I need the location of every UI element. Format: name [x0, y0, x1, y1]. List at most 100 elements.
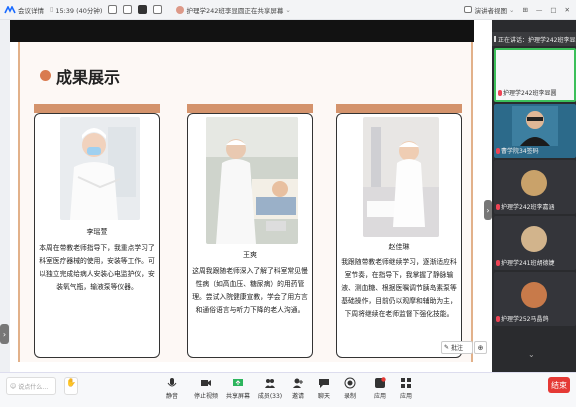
- meeting-timer: ▯ 15:39 (40分钟): [50, 5, 102, 15]
- participant-avatar: [521, 282, 547, 308]
- participant-label: 护理学242班李嘉涵: [494, 202, 576, 211]
- chat-input[interactable]: ☺ 说点什么…: [6, 377, 56, 395]
- mute-button[interactable]: 静音: [158, 377, 186, 400]
- panel-collapse-handle[interactable]: ›: [484, 200, 492, 220]
- chat-label: 聊天: [317, 393, 330, 400]
- prev-page-arrow[interactable]: ›: [0, 324, 9, 344]
- mic-icon: [496, 315, 500, 322]
- window-controls: ⊞ — □ ✕: [522, 6, 570, 14]
- participant-tile-4[interactable]: 护理学241班胡德婕: [494, 216, 576, 270]
- members-icon: [265, 379, 275, 388]
- mute-label: 静音: [165, 393, 178, 400]
- meeting-toolbar: ☺ 说点什么… ✋ 静音 停止视频 共享屏幕 成员(33) 邀请 聊天 录制 应…: [0, 372, 576, 407]
- card-text-2: 这周我跟随老师深入了解了科室常见慢性病（如高血压、糖尿病）的用药管理。尝试入院健…: [192, 267, 308, 314]
- scroll-down-icon[interactable]: ⌄: [528, 350, 535, 359]
- meeting-logo-icon: [4, 5, 16, 13]
- result-card-3: 赵佳琳 我跟随带教老师继续学习，逐渐适应科室节奏，在指导下，我掌握了静脉输液、测…: [336, 104, 462, 358]
- user-avatar-icon: [176, 5, 185, 14]
- hand-icon: ✋: [66, 378, 76, 387]
- record-button[interactable]: 录制: [336, 377, 364, 400]
- invite-icon: [293, 378, 303, 388]
- mic-icon: [498, 89, 502, 96]
- participant-avatar: [521, 226, 547, 252]
- record-icon: [344, 377, 356, 389]
- stop-video-button[interactable]: 停止视频: [192, 377, 220, 400]
- mic-icon: [496, 147, 500, 154]
- apps-icon: [375, 377, 386, 388]
- meeting-details-label: 会议详情: [18, 6, 44, 15]
- share-screen-icon: [233, 379, 243, 386]
- record-label: 录制: [343, 393, 356, 400]
- annotate-button[interactable]: ✎ 批注: [441, 341, 473, 354]
- card-box: 王爽 这周我跟随老师深入了解了科室常见慢性病（如高血压、糖尿病）的用药管理。尝试…: [187, 113, 313, 358]
- nurse-photo-1: [60, 117, 140, 220]
- participant-tile-5[interactable]: 护理学252马晶鸽: [494, 272, 576, 326]
- title-bullet-icon: [40, 70, 51, 81]
- top-bar: 会议详情 ▯ 15:39 (40分钟) 护理学242班李显圆正在共享屏幕 ⌄ 演…: [0, 0, 576, 20]
- window-controls-left: [108, 5, 163, 14]
- grid-apps-icon: [401, 378, 411, 388]
- share-screen-label: 共享屏幕: [225, 393, 250, 400]
- apps-button-2[interactable]: 应用: [392, 377, 420, 400]
- pin-icon[interactable]: ⊞: [522, 6, 527, 14]
- speaking-banner: 正在讲话：护理学242班李显圆: [492, 32, 576, 46]
- end-meeting-button[interactable]: 结束: [548, 377, 570, 393]
- card-band: [187, 104, 313, 113]
- student-name-3: 赵佳琳: [388, 243, 410, 251]
- apps-label: 应用: [373, 393, 386, 400]
- mic-icon: [496, 259, 500, 266]
- chevron-down-icon: ⌄: [508, 5, 515, 14]
- shield-icon: ▯: [50, 6, 54, 13]
- participant-avatar: [521, 170, 547, 196]
- microphone-icon: [167, 378, 177, 387]
- apps-button-1[interactable]: 应用: [366, 377, 394, 400]
- slide-header-bar: [10, 20, 474, 42]
- participant-label: 护理学241班胡德婕: [494, 258, 576, 267]
- chevron-right-icon: ›: [486, 205, 490, 215]
- presentation-slide: 成果展示 李瑶萱 本周在带教老师指导下，我重点学习了科室医疗器械的使用，安装等工…: [18, 42, 473, 362]
- share-tab[interactable]: 护理学242班李显圆正在共享屏幕 ⌄: [176, 5, 291, 15]
- stop-video-label: 停止视频: [193, 393, 218, 400]
- card-text-1: 本周在带教老师指导下，我重点学习了科室医疗器械的使用，安装等工作。可以独立完成给…: [39, 244, 155, 291]
- screen-icon: [494, 36, 496, 42]
- card-box: 赵佳琳 我跟随带教老师继续学习，逐渐适应科室节奏，在指导下，我掌握了静脉输液、测…: [336, 113, 462, 358]
- members-label: 成员(33): [257, 393, 283, 400]
- mic-icon: [496, 203, 500, 210]
- end-label: 结束: [551, 380, 567, 390]
- close-icon[interactable]: ✕: [565, 6, 570, 14]
- participant-label: 护理学242班李显圆: [496, 88, 576, 97]
- window-icon[interactable]: [123, 5, 133, 14]
- result-card-1: 李瑶萱 本周在带教老师指导下，我重点学习了科室医疗器械的使用，安装等工作。可以独…: [34, 104, 160, 358]
- participant-tile-2[interactable]: 曹学院34签码: [494, 104, 576, 158]
- smile-icon: ☺: [10, 382, 17, 390]
- grid-icon[interactable]: [108, 5, 118, 14]
- card-text-3: 我跟随带教老师继续学习，逐渐适应科室节奏，在指导下，我掌握了静脉输液、测血糖、根…: [341, 258, 457, 318]
- chat-placeholder: 说点什么…: [18, 383, 49, 391]
- invite-button[interactable]: 邀请: [284, 377, 312, 400]
- student-name-2: 王爽: [243, 251, 257, 259]
- participants-panel: 正在讲话：护理学242班李显圆 护理学242班李显圆 曹学院34签码 护理学24…: [492, 20, 576, 372]
- raise-hand-button[interactable]: ✋: [64, 377, 78, 395]
- zoom-in-icon: ⊕: [477, 343, 484, 352]
- chat-button[interactable]: 聊天: [310, 377, 338, 400]
- apps-label-2: 应用: [399, 393, 412, 400]
- zoom-button[interactable]: ⊕: [474, 341, 487, 354]
- speaker-view-button[interactable]: 演讲者视图 ⌄: [464, 5, 514, 15]
- chat-icon: [319, 379, 329, 388]
- minimize-icon[interactable]: —: [536, 6, 543, 14]
- chevron-down-icon: ⌄: [285, 5, 291, 14]
- card-band: [34, 104, 160, 113]
- participant-video: [512, 106, 558, 146]
- pen-icon: ✎: [444, 344, 450, 351]
- members-button[interactable]: 成员(33): [256, 377, 284, 400]
- participant-tile-3[interactable]: 护理学242班李嘉涵: [494, 160, 576, 214]
- share-screen-button[interactable]: 共享屏幕: [224, 377, 252, 400]
- meeting-details-button[interactable]: 会议详情: [4, 5, 44, 15]
- maximize-icon[interactable]: □: [550, 6, 556, 14]
- nurse-photo-3: [363, 117, 439, 237]
- participant-tile-1[interactable]: 护理学242班李显圆: [494, 48, 576, 102]
- copy-icon[interactable]: [153, 5, 163, 14]
- participant-label: 护理学252马晶鸽: [494, 314, 576, 323]
- speaking-text: 正在讲话：护理学242班李显圆: [498, 36, 576, 44]
- record-icon[interactable]: [138, 5, 148, 14]
